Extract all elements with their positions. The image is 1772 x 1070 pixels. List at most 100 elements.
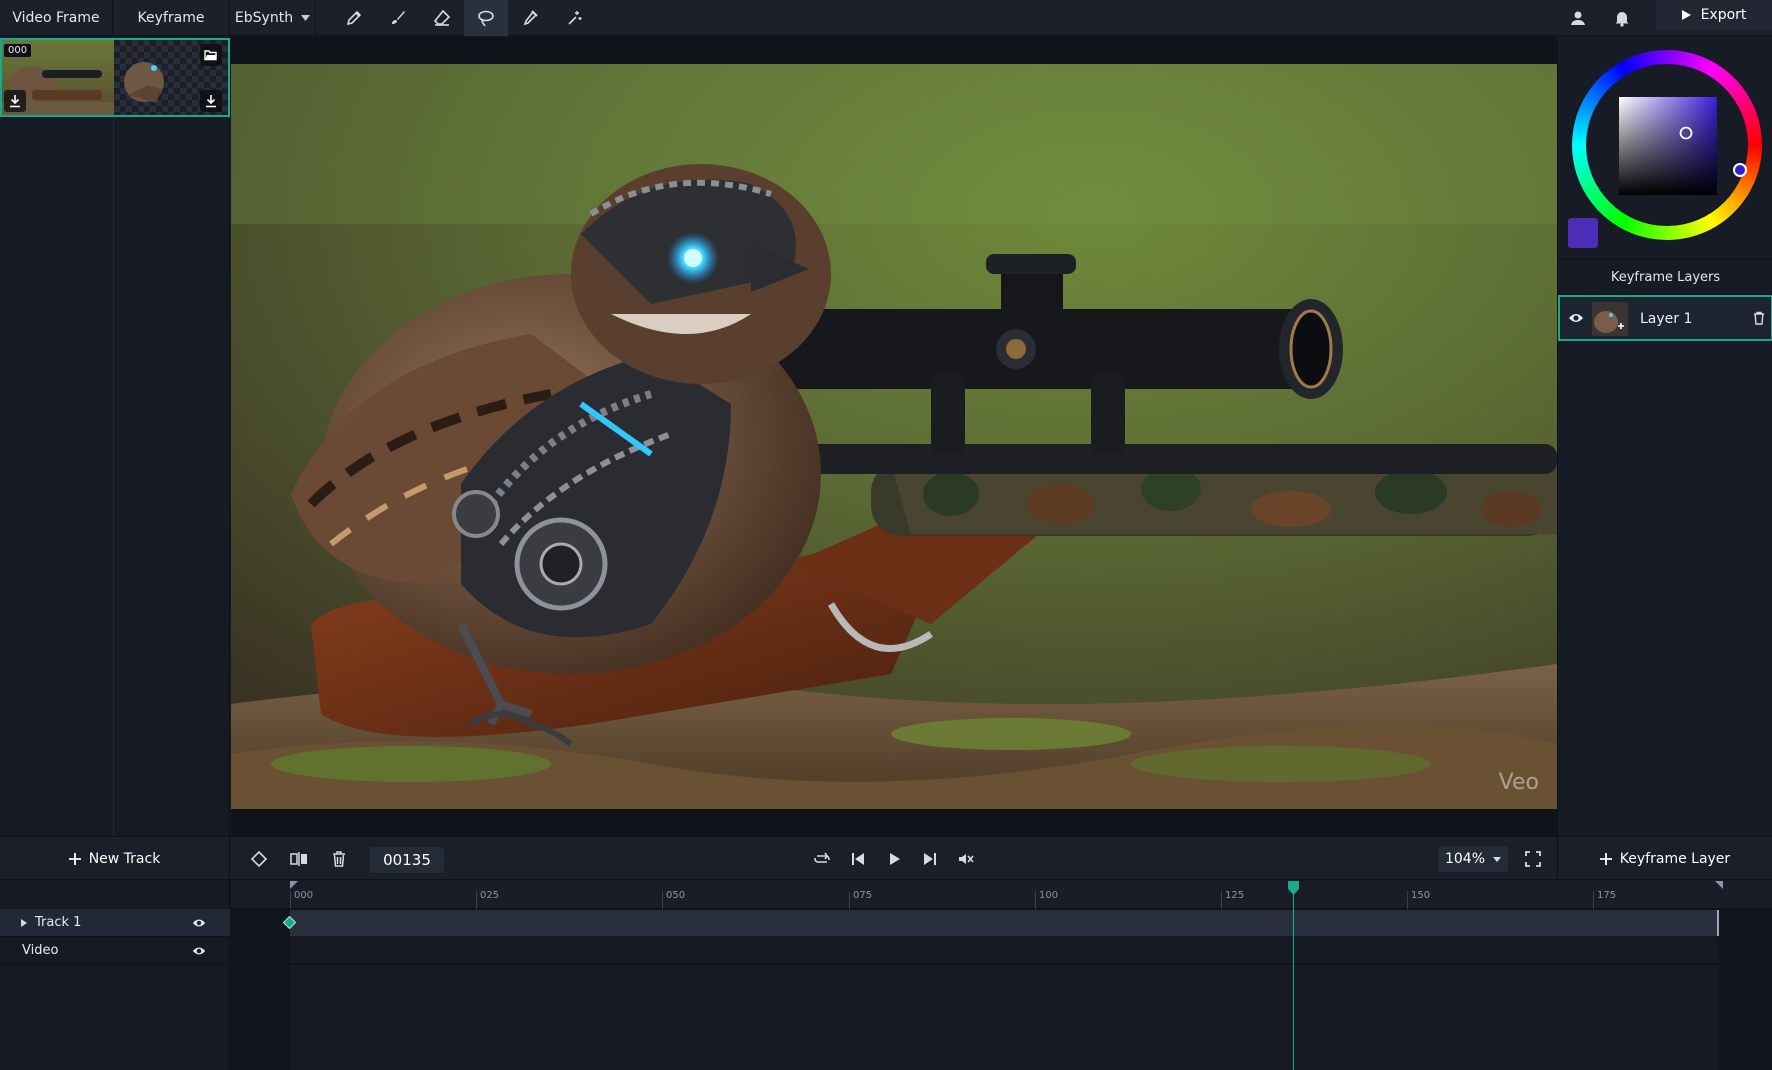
brush-tool-button[interactable]	[376, 0, 420, 36]
loop-icon	[814, 852, 830, 863]
range-start-marker[interactable]	[290, 881, 298, 889]
panel-divider	[113, 37, 114, 836]
add-keyframe-layer-button[interactable]: Keyframe Layer	[1557, 837, 1772, 881]
color-wheel[interactable]	[1572, 50, 1762, 240]
mute-button[interactable]	[951, 837, 981, 881]
track-1-clip[interactable]	[290, 910, 1719, 936]
mode-select-label: EbSynth	[234, 10, 294, 26]
video-track-lane	[290, 937, 1719, 964]
skip-back-icon	[852, 853, 864, 865]
track-row-track-1[interactable]: Track 1	[0, 909, 230, 937]
open-folder-button[interactable]	[200, 44, 222, 66]
track-row-video[interactable]: Video	[0, 937, 230, 965]
ruler-label: 150	[1411, 890, 1431, 901]
skip-forward-button[interactable]	[915, 837, 945, 881]
export-button[interactable]: Export	[1656, 0, 1772, 30]
playhead-handle[interactable]	[1288, 881, 1299, 895]
eyedropper-icon	[523, 10, 538, 26]
download-icon	[10, 95, 20, 108]
plus-icon	[1599, 853, 1612, 865]
playback-toolbar: New Track 00135 104% Keyframe Layer	[0, 836, 1772, 881]
top-toolbar: Video Frame Keyframe EbSynth Export	[0, 0, 1772, 36]
magic-wand-icon	[568, 11, 582, 25]
playhead[interactable]	[1293, 881, 1294, 1070]
ruler-label: 100	[1039, 890, 1059, 901]
keyframe-layers-title: Keyframe Layers	[1558, 259, 1772, 295]
split-icon	[290, 852, 307, 866]
ruler-label: 125	[1225, 890, 1245, 901]
eye-icon[interactable]	[192, 916, 206, 930]
notifications-button[interactable]	[1600, 0, 1644, 36]
eye-icon[interactable]	[1568, 311, 1584, 325]
timeline-ruler[interactable]: 000 025 050 075 100 125 150 175	[231, 881, 1772, 909]
pen-icon	[346, 10, 362, 26]
frames-panel: 000	[0, 37, 230, 836]
download-frame-button[interactable]	[4, 90, 26, 112]
zoom-select[interactable]: 104%	[1438, 846, 1508, 872]
color-pickers	[1679, 126, 1747, 177]
caret-down-icon	[1493, 856, 1502, 862]
fullscreen-button[interactable]	[1518, 837, 1548, 881]
ruler-tick	[662, 891, 663, 909]
preview-area: Veo	[231, 37, 1557, 836]
play-button[interactable]	[879, 837, 909, 881]
ruler-label: 050	[666, 890, 686, 901]
layer-name[interactable]: Layer 1	[1640, 311, 1692, 327]
magic-wand-tool-button[interactable]	[552, 0, 596, 36]
frame-counter-input[interactable]: 00135	[370, 847, 444, 873]
user-button[interactable]	[1556, 0, 1600, 36]
frame-strip-selected[interactable]: 000	[0, 38, 230, 117]
ruler-label: 000	[294, 890, 314, 901]
loop-button[interactable]	[807, 837, 837, 881]
split-button[interactable]	[284, 837, 314, 881]
layer-row[interactable]: Layer 1	[1558, 295, 1772, 341]
export-label: Export	[1700, 7, 1747, 23]
chevron-right-icon[interactable]	[21, 918, 27, 927]
eye-icon[interactable]	[192, 944, 206, 958]
timeline-empty-area	[290, 965, 1719, 1070]
diamond-icon	[250, 850, 268, 868]
eraser-tool-button[interactable]	[420, 0, 464, 36]
trash-icon	[333, 851, 345, 867]
zoom-value: 104%	[1444, 851, 1486, 867]
delete-button[interactable]	[324, 837, 354, 881]
preview-image	[231, 64, 1557, 809]
new-track-button[interactable]: New Track	[0, 837, 230, 881]
download-keyframe-button[interactable]	[200, 90, 222, 112]
watermark: Veo	[1498, 770, 1539, 795]
video-preview[interactable]: Veo	[231, 64, 1557, 809]
ruler-tick	[849, 891, 850, 909]
tab-video-frame[interactable]: Video Frame	[0, 0, 113, 36]
timeline: Track 1 Video 000 025 050 075 100 125 15…	[0, 881, 1772, 1070]
ruler-label: 075	[853, 890, 873, 901]
volume-muted-icon	[959, 854, 974, 864]
keyframe-layer-label: Keyframe Layer	[1619, 851, 1731, 867]
play-icon	[890, 853, 900, 865]
keyframe-marker[interactable]	[283, 916, 296, 929]
ruler-tick	[1035, 891, 1036, 909]
new-track-label: New Track	[88, 851, 161, 867]
tab-keyframe[interactable]: Keyframe	[113, 0, 230, 36]
ruler-tick	[290, 891, 291, 909]
ruler-label: 025	[480, 890, 500, 901]
range-end-marker[interactable]	[1715, 881, 1723, 889]
pen-tool-button[interactable]	[332, 0, 376, 36]
layer-thumbnail	[1592, 302, 1628, 336]
fullscreen-icon	[1525, 851, 1541, 867]
skip-back-button[interactable]	[843, 837, 873, 881]
lasso-tool-button[interactable]	[464, 0, 508, 36]
bell-icon	[1615, 12, 1629, 27]
eraser-icon	[433, 9, 451, 26]
current-color-swatch[interactable]	[1568, 218, 1598, 248]
ruler-tick	[1221, 891, 1222, 909]
eyedropper-tool-button[interactable]	[508, 0, 552, 36]
keyframe-panel: Keyframe Layers Layer 1	[1557, 37, 1772, 836]
ruler-tick	[1407, 891, 1408, 909]
mode-select[interactable]: EbSynth	[230, 0, 316, 36]
caret-down-icon	[301, 15, 311, 21]
download-icon	[206, 95, 216, 108]
add-keyframe-button[interactable]	[244, 837, 274, 881]
track-name-label: Track 1	[35, 915, 82, 930]
skip-forward-icon	[924, 853, 936, 865]
trash-icon[interactable]	[1753, 311, 1765, 325]
